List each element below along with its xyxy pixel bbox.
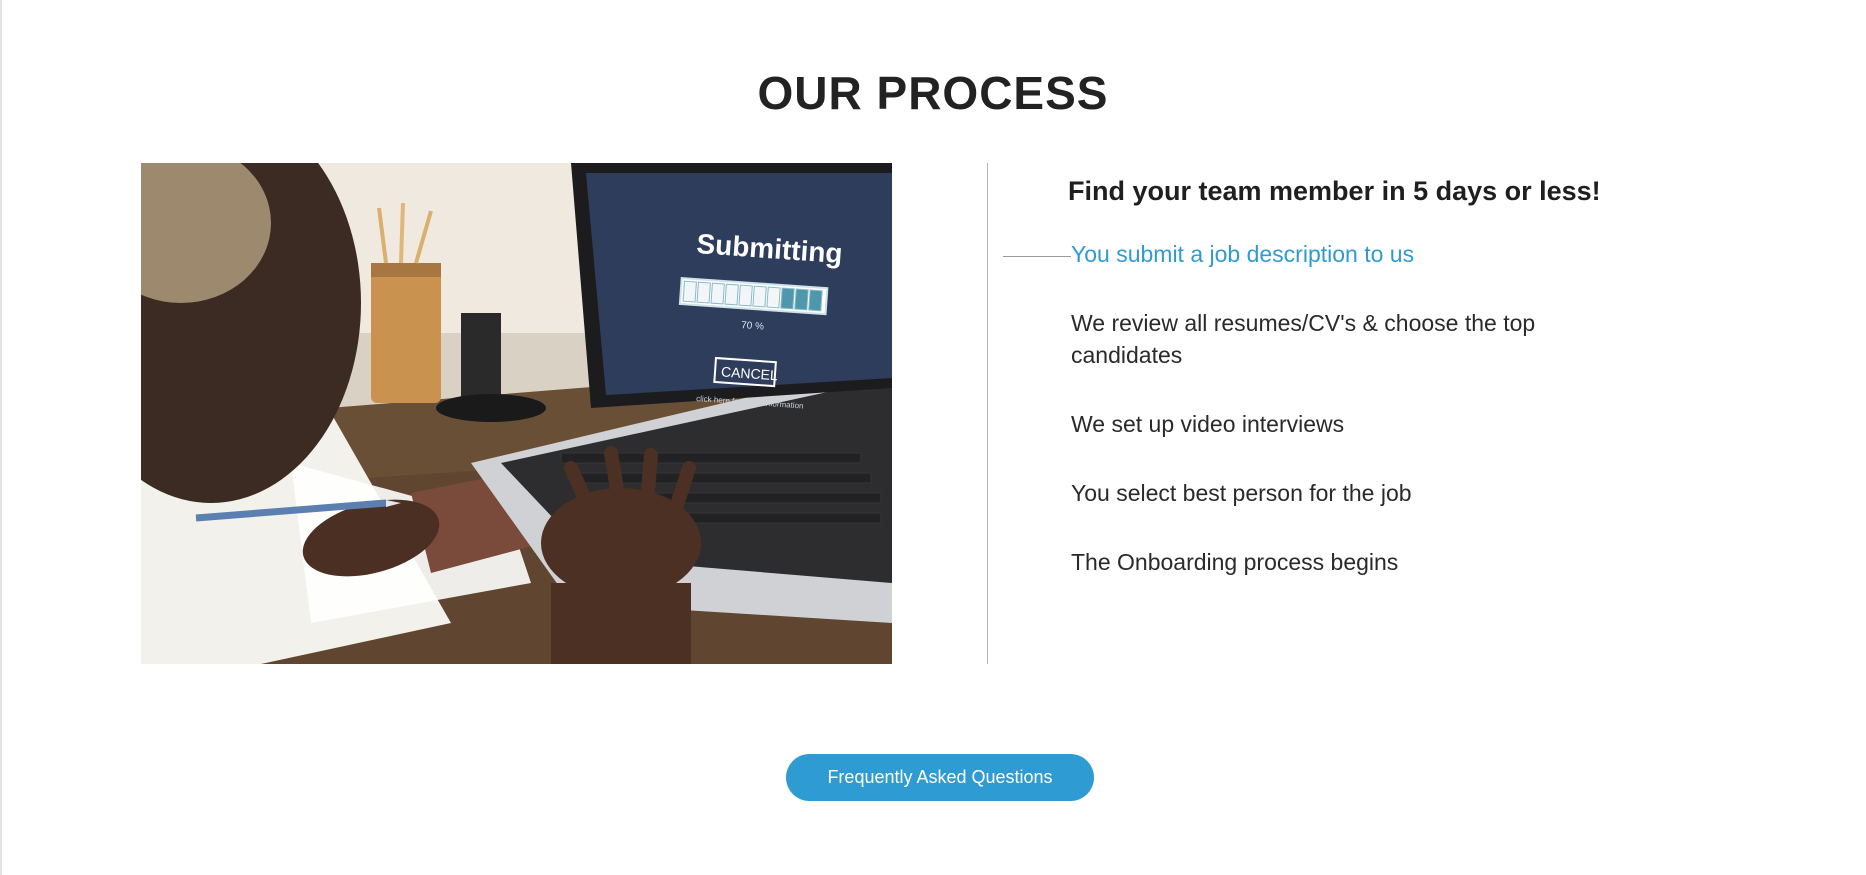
progress-cell	[808, 289, 823, 312]
progress-cell	[794, 288, 809, 311]
faq-button[interactable]: Frequently Asked Questions	[786, 754, 1094, 801]
process-step[interactable]: You submit a job description to us	[1071, 238, 1611, 270]
progress-cell	[752, 285, 767, 308]
progress-cell	[682, 280, 697, 303]
process-step[interactable]: We set up video interviews	[1071, 408, 1611, 440]
progress-cell	[738, 284, 753, 307]
progress-cell	[696, 281, 711, 304]
progress-cell	[780, 287, 795, 310]
laptop-submitting-illustration: Submitting 70 % CANCEL click here for mo…	[141, 163, 892, 664]
process-step[interactable]: You select best person for the job	[1071, 477, 1611, 509]
hero-image: Submitting 70 % CANCEL click here for mo…	[141, 163, 892, 664]
process-step[interactable]: We review all resumes/CV's & choose the …	[1071, 307, 1611, 371]
progress-cell	[710, 282, 725, 305]
vertical-divider	[987, 163, 988, 664]
page-left-border	[0, 0, 2, 875]
process-step[interactable]: The Onboarding process begins	[1071, 546, 1611, 578]
screen-progress-label: 70 %	[741, 320, 765, 333]
progress-cell	[766, 286, 781, 309]
progress-cell	[724, 283, 739, 306]
section-title: OUR PROCESS	[757, 67, 1109, 120]
process-steps-list: You submit a job description to us We re…	[1071, 238, 1611, 615]
process-heading: Find your team member in 5 days or less!	[1068, 176, 1601, 206]
active-step-indicator	[1003, 256, 1071, 257]
